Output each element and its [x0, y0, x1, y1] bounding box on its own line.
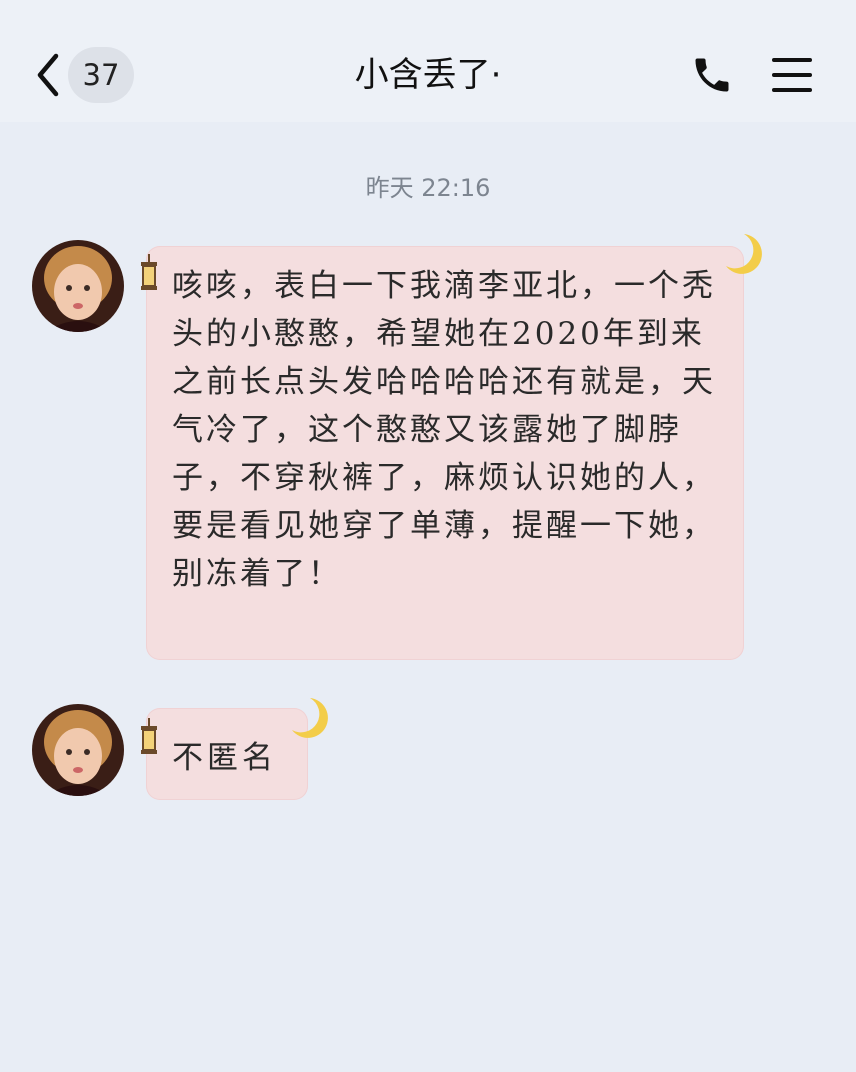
message-timestamp: 昨天 22:16	[365, 174, 491, 202]
message-bubble[interactable]: 不匿名	[146, 708, 308, 800]
message-bubble[interactable]: 咳咳，表白一下我滴李亚北，一个秃头的小憨憨，希望她在2020年到来之前长点头发哈…	[146, 246, 744, 660]
lantern-icon	[141, 254, 157, 290]
menu-button[interactable]	[770, 55, 814, 95]
moon-icon	[726, 234, 762, 274]
message-text: 不匿名	[172, 740, 277, 776]
call-button[interactable]	[690, 53, 734, 97]
menu-icon	[772, 58, 812, 92]
contact-avatar[interactable]	[32, 240, 124, 332]
message-text: 咳咳，表白一下我滴李亚北，一个秃头的小憨憨，希望她在2020年到来之前长点头发哈…	[172, 268, 716, 592]
contact-avatar[interactable]	[32, 704, 124, 796]
moon-icon	[292, 698, 328, 738]
avatar-image	[32, 704, 124, 796]
phone-icon	[695, 58, 729, 92]
lantern-icon	[141, 718, 157, 754]
avatar-image	[32, 240, 124, 332]
chat-header: 37 小含丢了·	[0, 0, 856, 122]
